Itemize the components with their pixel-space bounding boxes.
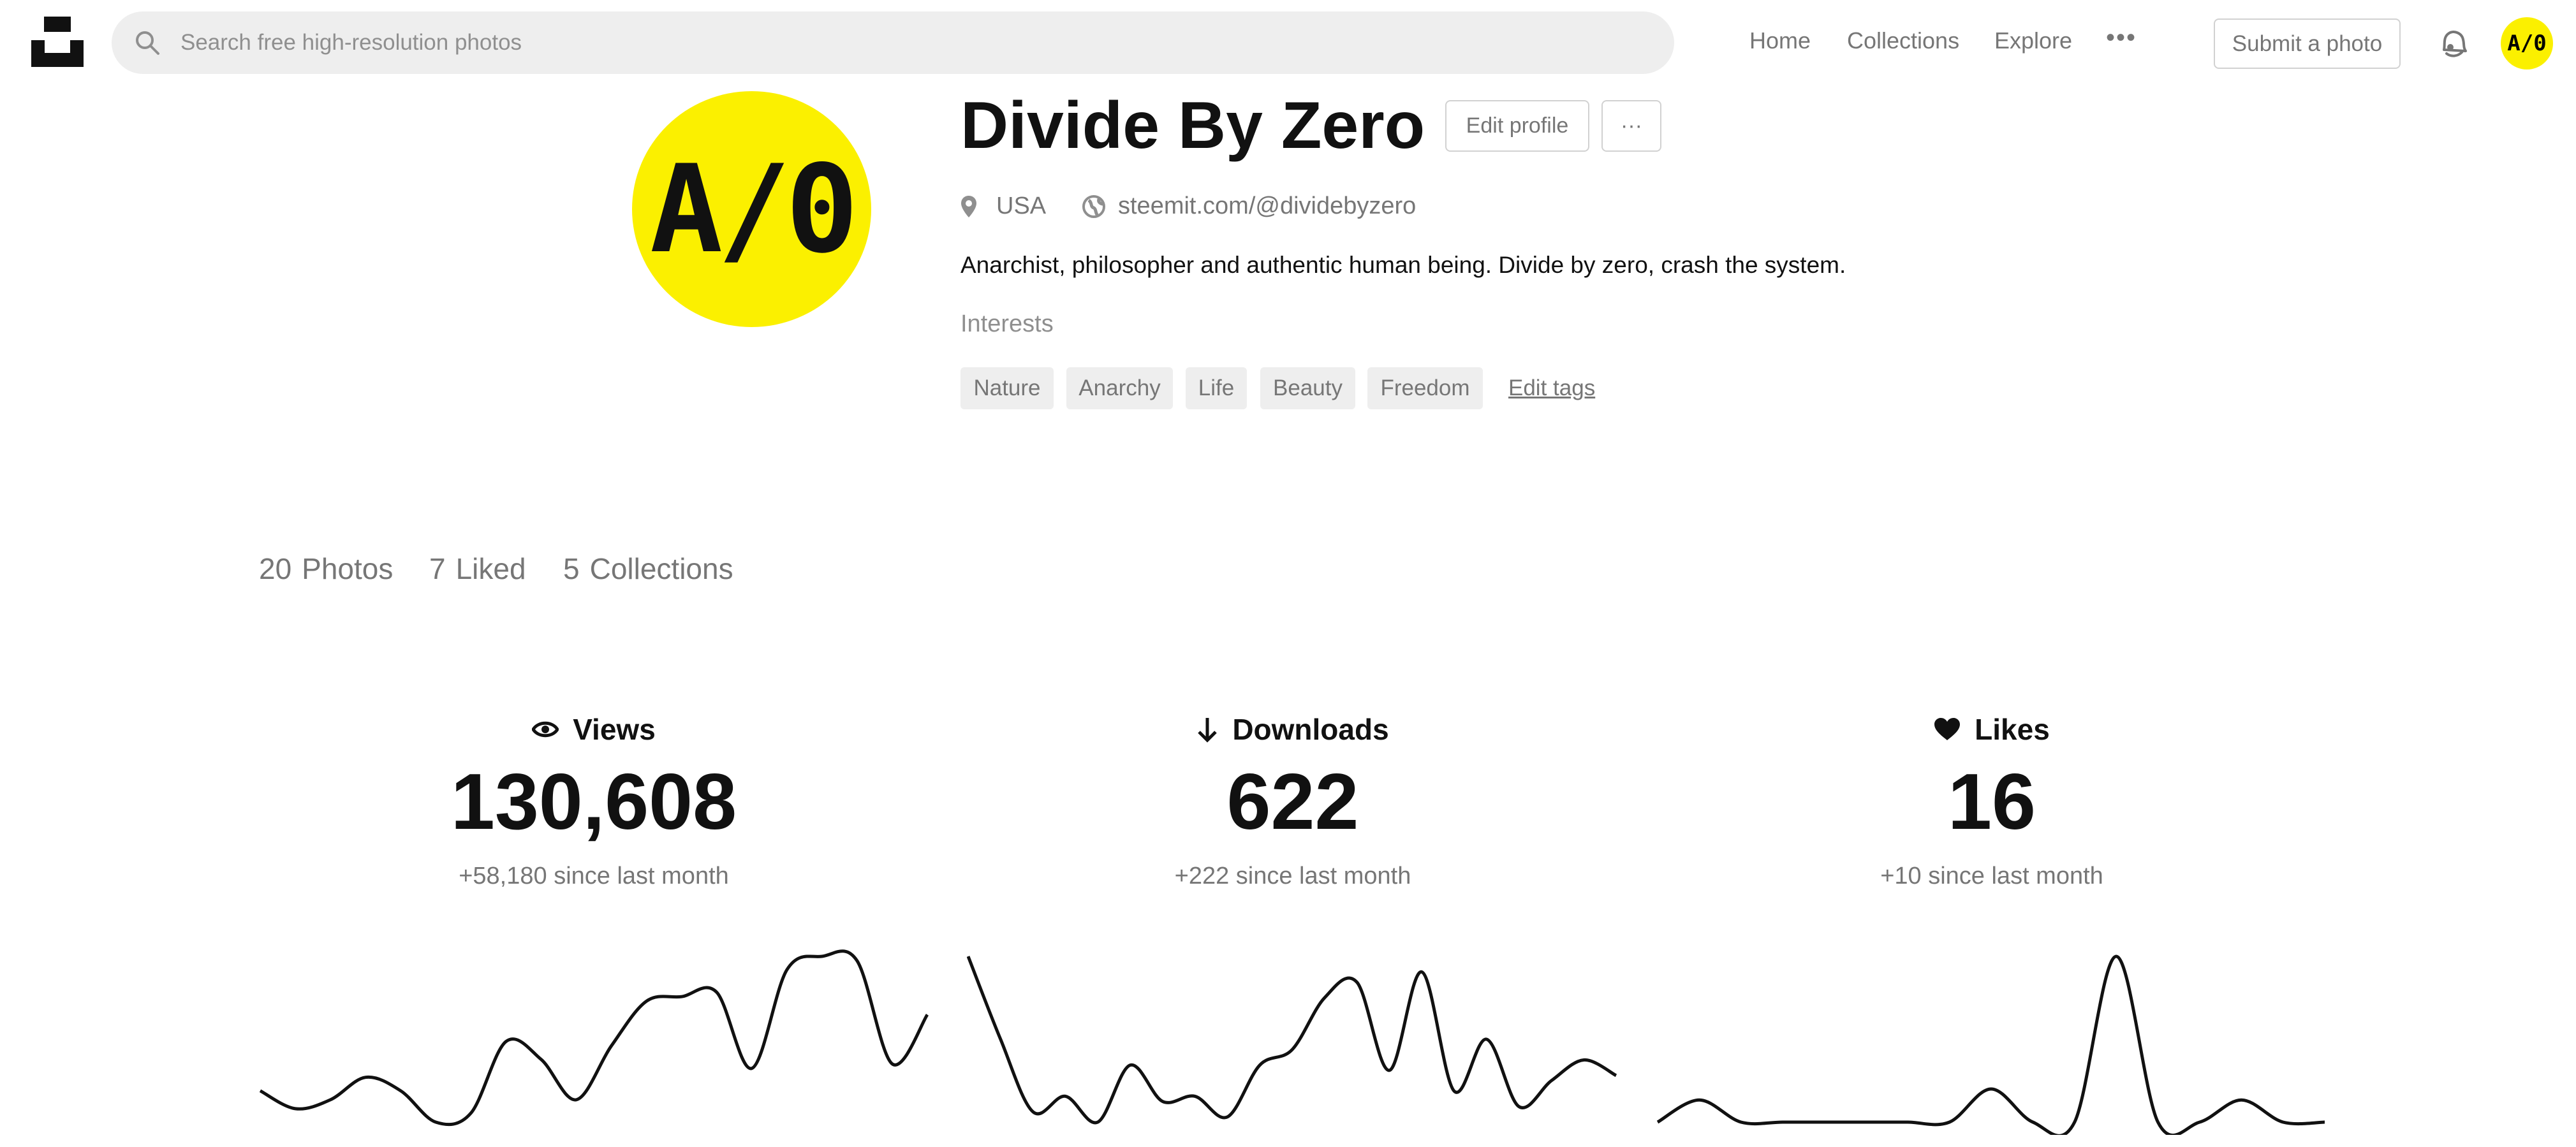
tag-beauty[interactable]: Beauty bbox=[1260, 367, 1355, 409]
website[interactable]: steemit.com/@dividebyzero bbox=[1082, 193, 1416, 220]
tag-nature[interactable]: Nature bbox=[960, 367, 1054, 409]
downloads-sparkline bbox=[967, 956, 1617, 1125]
collections-tab[interactable]: 5 Collections bbox=[563, 552, 733, 586]
profile-bio: Anarchist, philosopher and authentic hum… bbox=[960, 252, 1846, 278]
more-menu-button[interactable]: ••• bbox=[2106, 24, 2137, 52]
notification-bell-icon[interactable] bbox=[2438, 26, 2469, 61]
edit-profile-button[interactable]: Edit profile bbox=[1445, 100, 1589, 152]
likes-label: Likes bbox=[1975, 713, 2050, 746]
likes-value: 16 bbox=[1948, 758, 2036, 846]
profile-avatar-text: A/0 bbox=[649, 138, 858, 280]
location-pin-icon bbox=[961, 195, 976, 217]
series-line-likes bbox=[1656, 954, 2325, 1135]
submit-photo-button[interactable]: Submit a photo bbox=[2214, 18, 2401, 69]
search-icon bbox=[136, 31, 159, 55]
eye-icon bbox=[532, 721, 559, 738]
downloads-heading: Downloads bbox=[942, 712, 1644, 747]
views-heading: Views bbox=[243, 712, 945, 747]
liked-count: 7 bbox=[429, 552, 446, 585]
likes-change: +10 since last month bbox=[1880, 863, 2103, 889]
search-input[interactable] bbox=[179, 29, 1585, 56]
user-avatar[interactable]: A/0 bbox=[2501, 17, 2553, 69]
downloads-change: +222 since last month bbox=[1174, 863, 1411, 889]
collections-count: 5 bbox=[563, 552, 580, 585]
series-line-downloads bbox=[967, 956, 1617, 1125]
profile-avatar: A/0 bbox=[632, 91, 871, 327]
nav-home[interactable]: Home bbox=[1749, 27, 1811, 54]
likes-heading: Likes bbox=[1641, 712, 2343, 747]
photos-label: Photos bbox=[302, 552, 394, 585]
nav-collections[interactable]: Collections bbox=[1847, 27, 1959, 54]
views-label: Views bbox=[573, 713, 656, 746]
nav-explore[interactable]: Explore bbox=[1994, 27, 2072, 54]
website-link[interactable]: steemit.com/@dividebyzero bbox=[1118, 193, 1416, 220]
arrow-down-icon bbox=[1198, 718, 1218, 743]
photos-tab[interactable]: 20 Photos bbox=[259, 552, 393, 586]
profile-name: Divide By Zero bbox=[960, 89, 1425, 163]
tag-freedom[interactable]: Freedom bbox=[1367, 367, 1483, 409]
views-change: +58,180 since last month bbox=[459, 863, 729, 889]
tag-anarchy[interactable]: Anarchy bbox=[1066, 367, 1173, 409]
heart-icon bbox=[1934, 718, 1961, 740]
location: USA bbox=[960, 193, 1046, 220]
photos-count: 20 bbox=[259, 552, 292, 585]
views-sparkline bbox=[259, 949, 929, 1127]
edit-tags-link[interactable]: Edit tags bbox=[1508, 376, 1595, 401]
location-text: USA bbox=[996, 193, 1047, 219]
interests-label: Interests bbox=[960, 310, 1054, 337]
collections-label: Collections bbox=[589, 552, 733, 585]
unsplash-logo-icon[interactable] bbox=[31, 17, 84, 67]
globe-icon bbox=[1082, 194, 1105, 218]
downloads-value: 622 bbox=[1226, 758, 1359, 846]
series-line-views bbox=[259, 949, 929, 1127]
tag-life[interactable]: Life bbox=[1186, 367, 1247, 409]
downloads-label: Downloads bbox=[1232, 713, 1389, 746]
likes-sparkline bbox=[1656, 954, 2325, 1135]
search-bar[interactable] bbox=[112, 11, 1674, 74]
views-value: 130,608 bbox=[450, 758, 737, 846]
liked-label: Liked bbox=[455, 552, 526, 585]
liked-tab[interactable]: 7 Liked bbox=[429, 552, 526, 586]
profile-more-button[interactable]: ··· bbox=[1601, 100, 1661, 152]
